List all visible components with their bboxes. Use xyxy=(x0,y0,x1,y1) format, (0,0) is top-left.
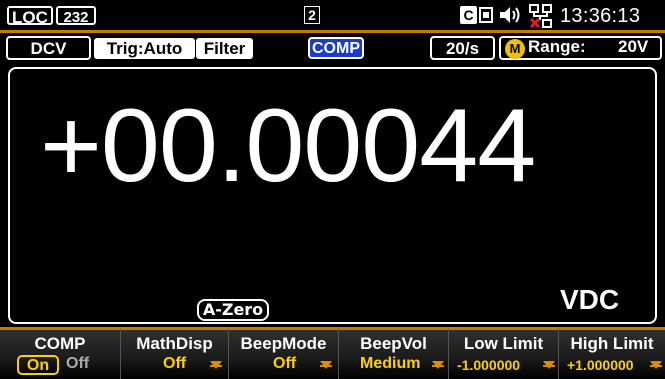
softkey-mathdisp[interactable]: MathDisp Off xyxy=(121,327,229,379)
auto-zero-indicator: A-Zero xyxy=(197,299,269,321)
manual-range-icon: M xyxy=(505,39,525,59)
softkey-title: BeepMode xyxy=(240,334,327,353)
page-indicator: 2 xyxy=(304,6,320,24)
comp-off-option[interactable]: Off xyxy=(66,355,89,373)
filter-indicator: Filter xyxy=(196,38,253,59)
local-indicator: LOC xyxy=(7,6,53,27)
multimeter-screen: LOC 232 2 C 13:36:13 DCV Trig:Auto Filte… xyxy=(0,0,665,379)
usb-storage-icon xyxy=(479,7,493,23)
clock: 13:36:13 xyxy=(560,5,641,27)
softkey-title: BeepVol xyxy=(360,334,427,353)
softkey-title: MathDisp xyxy=(136,334,213,353)
status-bar: LOC 232 2 C 13:36:13 xyxy=(0,0,665,30)
softkey-beepvol[interactable]: BeepVol Medium xyxy=(339,327,449,379)
trigger-indicator: Trig:Auto xyxy=(94,38,195,59)
softkey-value: +1.000000 xyxy=(567,357,634,373)
softkey-value: -1.000000 xyxy=(457,357,521,373)
comp-indicator: COMP xyxy=(308,37,364,59)
function-indicator: DCV xyxy=(6,36,91,60)
range-value: 20V xyxy=(618,37,649,56)
softkey-value: Medium xyxy=(360,355,421,372)
chevron-down-icon xyxy=(210,361,222,369)
softkey-value: Off xyxy=(273,355,297,372)
chevron-down-icon xyxy=(543,361,555,369)
network-disconnected-icon xyxy=(529,4,552,29)
softkey-high-limit[interactable]: High Limit +1.000000 xyxy=(559,327,665,379)
chevron-down-icon xyxy=(320,361,332,369)
softkey-title: High Limit xyxy=(570,334,654,353)
lan-icon: C xyxy=(460,6,477,24)
softkey-value: Off xyxy=(163,355,187,372)
softkey-title: COMP xyxy=(34,334,86,353)
chevron-down-icon xyxy=(432,361,444,369)
softkey-beepmode[interactable]: BeepMode Off xyxy=(229,327,339,379)
speaker-icon xyxy=(500,7,520,23)
measurement-reading: +00.00044 xyxy=(40,88,536,204)
interface-indicator: 232 xyxy=(56,6,96,26)
rate-indicator: 20/s xyxy=(430,36,495,60)
chevron-down-icon xyxy=(650,361,662,369)
range-label: Range: xyxy=(528,37,586,56)
softkey-comp[interactable]: COMP On Off xyxy=(0,327,121,379)
softkey-title: Low Limit xyxy=(463,334,544,353)
comp-on-option[interactable]: On xyxy=(17,355,59,375)
measurement-unit: VDC xyxy=(560,284,620,315)
softkey-bar: COMP On Off MathDisp Off BeepMode Off Be… xyxy=(0,327,665,379)
softkey-low-limit[interactable]: Low Limit -1.000000 xyxy=(449,327,559,379)
